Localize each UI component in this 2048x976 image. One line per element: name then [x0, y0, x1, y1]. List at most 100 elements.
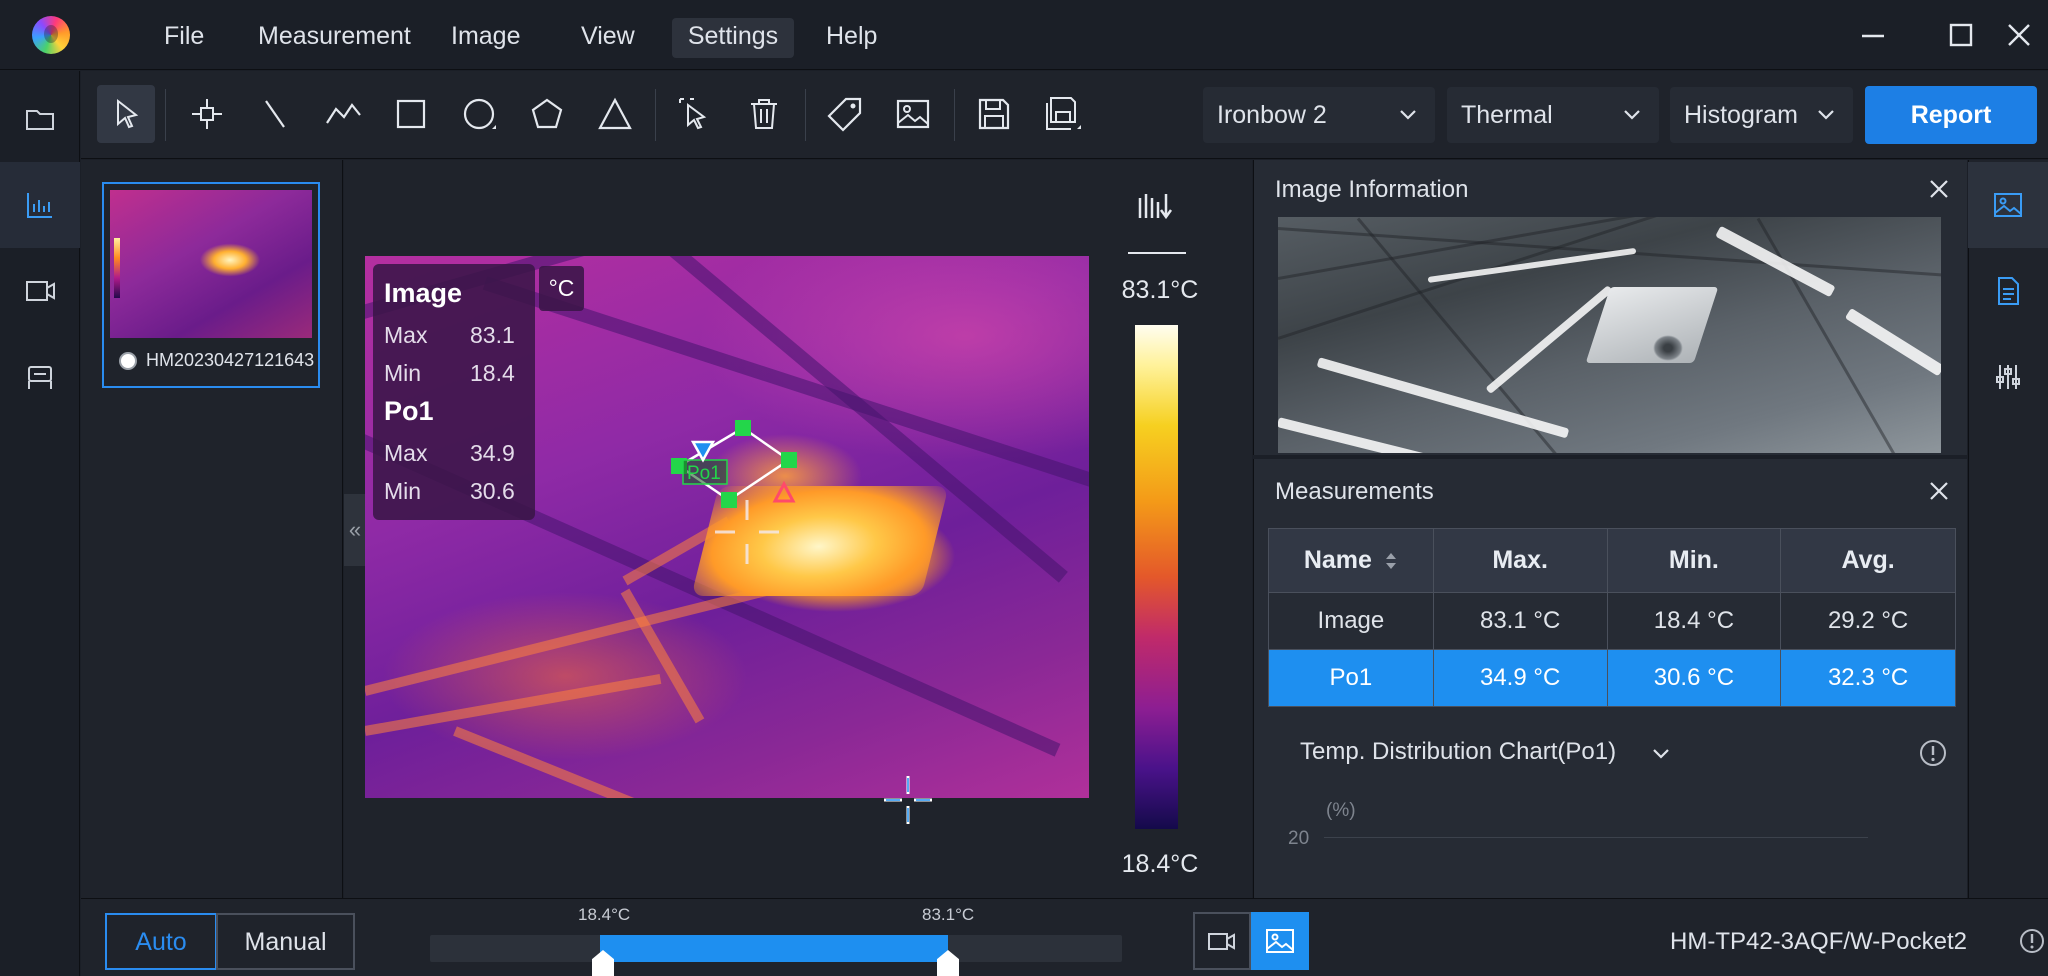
table-row[interactable]: Po1 34.9 °C 30.6 °C 32.3 °C [1268, 649, 1956, 707]
crosshair-icon [884, 776, 932, 824]
scale-divider [1128, 252, 1186, 254]
range-low-label: 18.4°C [578, 905, 631, 924]
toolbar-divider [655, 89, 656, 141]
roi-handle[interactable] [735, 420, 751, 436]
chevron-down-icon [1400, 110, 1416, 120]
save-as-icon[interactable] [1033, 85, 1091, 143]
status-info-icon[interactable] [2018, 927, 2046, 955]
view-mode-dropdown[interactable]: Thermal [1447, 87, 1659, 143]
cell-min: 18.4 °C [1606, 592, 1782, 650]
report-button[interactable]: Report [1865, 86, 2037, 144]
triangle-icon[interactable] [586, 85, 644, 143]
cell-avg: 29.2 °C [1780, 592, 1956, 650]
palette-dropdown[interactable]: Ironbow 2 [1203, 87, 1435, 143]
menu-file[interactable]: File [150, 18, 218, 58]
image-panel-icon[interactable] [1968, 162, 2048, 248]
minimize-icon[interactable] [1856, 18, 1890, 52]
chevron-down-icon[interactable] [1648, 740, 1674, 766]
chevron-down-icon [1624, 110, 1640, 120]
roi-label: Po1 [687, 463, 721, 484]
view-mode-value: Thermal [1461, 101, 1553, 129]
folder-icon[interactable] [0, 76, 80, 162]
cell-max: 83.1 °C [1432, 592, 1608, 650]
select-region-icon[interactable] [666, 85, 724, 143]
menu-settings[interactable]: Settings [672, 18, 794, 58]
distribution-chart-title[interactable]: Temp. Distribution Chart(Po1) [1300, 738, 1616, 766]
close-icon[interactable] [1926, 478, 1952, 504]
scale-adjust-icon[interactable] [1136, 188, 1176, 224]
center-marker-icon [715, 500, 779, 564]
analysis-icon[interactable] [0, 162, 80, 248]
max-marker-icon [772, 480, 796, 503]
thumbnail-radio[interactable] [119, 352, 137, 370]
select-icon[interactable] [97, 85, 155, 143]
cell-name: Image [1268, 592, 1434, 650]
sort-icon [1385, 553, 1396, 570]
image-mode-button[interactable] [1251, 912, 1309, 970]
temperature-range-fill [600, 935, 948, 962]
collapse-panel-button[interactable]: « [344, 494, 366, 566]
delete-icon[interactable] [735, 85, 793, 143]
video-mode-button[interactable] [1193, 912, 1251, 970]
tag-icon[interactable] [816, 85, 874, 143]
cell-max: 34.9 °C [1432, 649, 1608, 707]
info-icon[interactable] [1918, 738, 1948, 768]
toolbar-divider [954, 89, 955, 141]
close-icon[interactable] [2002, 18, 2036, 52]
circle-icon[interactable] [450, 85, 508, 143]
manual-range-button[interactable]: Manual [216, 913, 355, 970]
roi-overlay[interactable]: Po1 [365, 256, 1089, 798]
image-icon[interactable] [884, 85, 942, 143]
line-icon[interactable] [246, 85, 304, 143]
save-icon[interactable] [965, 85, 1023, 143]
table-row[interactable]: Image 83.1 °C 18.4 °C 29.2 °C [1268, 592, 1956, 650]
video-icon [1208, 933, 1235, 950]
polygon-icon[interactable] [518, 85, 576, 143]
enhance-value: Histogram [1684, 101, 1798, 129]
roi-handle[interactable] [721, 492, 737, 508]
thumbnail-filename: HM20230427121643 [146, 350, 315, 370]
app-logo [32, 16, 70, 54]
menu-image[interactable]: Image [437, 18, 534, 58]
panel-splitter[interactable] [1253, 455, 1967, 459]
toolbar-divider [165, 89, 166, 141]
thumbnail-image[interactable] [110, 190, 312, 338]
menu-help[interactable]: Help [812, 18, 891, 58]
color-scale-bar [1135, 325, 1178, 829]
column-header-min[interactable]: Min. [1606, 528, 1782, 593]
point-icon[interactable] [178, 85, 236, 143]
sliders-icon[interactable] [1968, 334, 2048, 420]
column-header-avg[interactable]: Avg. [1780, 528, 1956, 593]
close-icon[interactable] [1926, 176, 1952, 202]
chevron-down-icon [1818, 110, 1834, 120]
cell-name: Po1 [1268, 649, 1434, 707]
cell-avg: 32.3 °C [1780, 649, 1956, 707]
column-header-max[interactable]: Max. [1432, 528, 1608, 593]
maximize-icon[interactable] [1944, 18, 1978, 52]
column-header-name[interactable]: Name [1268, 528, 1434, 593]
table-header-row: Name Max. Min. Avg. [1268, 528, 1956, 593]
enhance-dropdown[interactable]: Histogram [1670, 87, 1853, 143]
palette-value: Ironbow 2 [1217, 101, 1327, 129]
chart-y-tick: 20 [1288, 828, 1310, 849]
video-icon[interactable] [0, 248, 80, 334]
scale-max-label: 83.1°C [1121, 276, 1199, 304]
rectangle-icon[interactable] [382, 85, 440, 143]
chart-y-unit: (%) [1326, 800, 1356, 821]
measurements-title: Measurements [1275, 478, 1434, 505]
image-icon [1266, 929, 1294, 953]
image-information-title: Image Information [1275, 176, 1469, 203]
chart-gridline [1324, 837, 1868, 838]
device-icon[interactable] [0, 334, 80, 420]
menu-view[interactable]: View [567, 18, 649, 58]
visual-photo[interactable] [1278, 217, 1941, 453]
document-icon[interactable] [1968, 248, 2048, 334]
auto-range-button[interactable]: Auto [105, 913, 217, 970]
roi-handle[interactable] [781, 452, 797, 468]
menu-measurement[interactable]: Measurement [244, 18, 425, 58]
scale-min-label: 18.4°C [1121, 850, 1199, 878]
measurements-table: Name Max. Min. Avg. Image 83.1 °C 18.4 °… [1268, 528, 1956, 707]
polyline-icon[interactable] [314, 85, 372, 143]
range-high-label: 83.1°C [922, 905, 975, 924]
cell-min: 30.6 °C [1606, 649, 1782, 707]
